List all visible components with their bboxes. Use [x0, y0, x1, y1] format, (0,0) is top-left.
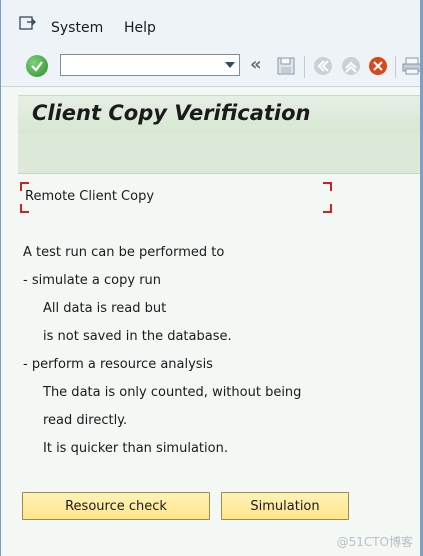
text-line: It is quicker than simulation. — [43, 441, 228, 456]
save-icon[interactable] — [275, 55, 297, 77]
text-line: All data is read but — [43, 301, 167, 316]
chevron-down-icon[interactable] — [225, 62, 235, 68]
cancel-icon[interactable] — [367, 55, 389, 77]
command-input[interactable] — [63, 56, 217, 76]
menu-icon[interactable] — [19, 16, 37, 32]
menu-item-system[interactable]: System — [51, 20, 103, 36]
focus-corner — [323, 204, 332, 213]
page-title: Client Copy Verification — [32, 101, 311, 125]
text-line: A test run can be performed to — [23, 245, 225, 260]
text-line: - perform a resource analysis — [23, 357, 213, 372]
resource-check-button[interactable]: Resource check — [22, 492, 210, 520]
left-rail — [1, 95, 18, 556]
command-field[interactable] — [60, 54, 240, 76]
exit-icon[interactable] — [340, 55, 362, 77]
enter-icon[interactable] — [26, 55, 48, 77]
sap-window: System Help « Client Copy Verification R… — [0, 0, 423, 556]
double-chevron-left-icon[interactable]: « — [250, 54, 262, 75]
standard-toolbar: « — [1, 46, 423, 87]
text-line: The data is only counted, without being — [43, 385, 302, 400]
content-area: Remote Client Copy A test run can be per… — [18, 174, 423, 556]
text-line: read directly. — [43, 413, 128, 428]
simulation-button[interactable]: Simulation — [221, 492, 349, 520]
watermark: @51CTO博客 — [336, 535, 413, 549]
text-line: - simulate a copy run — [23, 273, 162, 288]
back-nav-icon[interactable] — [312, 55, 334, 77]
menu-bar: System Help — [1, 0, 423, 47]
title-bar: Client Copy Verification — [18, 95, 423, 134]
focus-corner — [20, 204, 29, 213]
application-toolbar — [18, 133, 423, 174]
focus-corner — [323, 182, 332, 191]
section-heading: Remote Client Copy — [25, 189, 155, 204]
menu-item-help[interactable]: Help — [124, 20, 156, 36]
text-line: is not saved in the database. — [43, 329, 232, 344]
